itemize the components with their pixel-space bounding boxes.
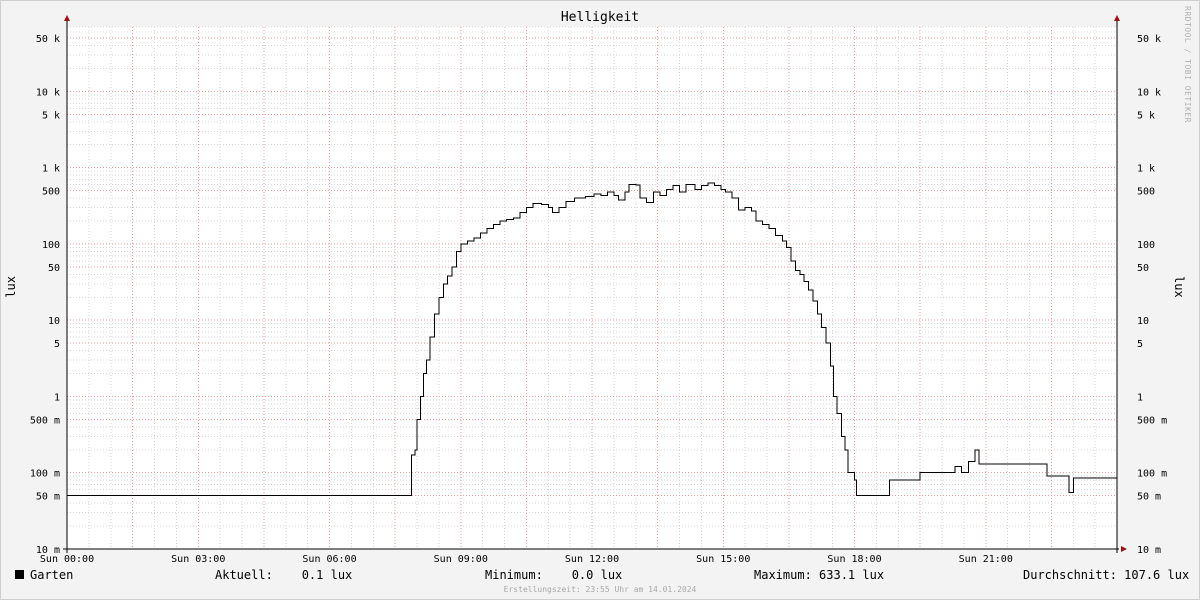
y-tick-label-left: 500 xyxy=(42,187,60,198)
x-tick-label: Sun 09:00 xyxy=(434,554,488,565)
y-tick-label-right: 10 k xyxy=(1137,87,1161,98)
x-tick-label: Sun 06:00 xyxy=(302,554,356,565)
y-tick-label-left: 1 xyxy=(54,392,60,403)
y-tick-label-left: 5 xyxy=(54,339,60,350)
legend-average: Durchschnitt: 107.6 lux xyxy=(1023,568,1190,582)
legend-current: Aktuell: 0.1 lux xyxy=(215,568,353,582)
y-tick-label-left: 100 xyxy=(42,240,60,251)
x-tick-label: Sun 03:00 xyxy=(171,554,225,565)
y-axis-arrow-left xyxy=(64,15,70,21)
y-tick-label-left: 50 m xyxy=(36,492,60,503)
y-tick-label-right: 500 m xyxy=(1137,415,1167,426)
x-tick-label: Sun 21:00 xyxy=(959,554,1013,565)
y-tick-label-right: 1 k xyxy=(1137,164,1155,175)
y-tick-label-left: 1 k xyxy=(42,164,60,175)
y-tick-label-right: 100 xyxy=(1137,240,1155,251)
x-tick-label: Sun 00:00 xyxy=(40,554,94,565)
y-tick-label-left: 50 k xyxy=(36,34,60,45)
y-tick-label-right: 100 m xyxy=(1137,469,1167,480)
generation-timestamp: Erstellungszeit: 23:55 Uhr am 14.01.2024 xyxy=(503,585,697,594)
x-axis-arrow xyxy=(1121,546,1127,552)
y-tick-label-left: 500 m xyxy=(30,415,60,426)
x-tick-label: Sun 18:00 xyxy=(827,554,881,565)
y-tick-label-right: 5 k xyxy=(1137,110,1155,121)
y-tick-label-left: 5 k xyxy=(42,110,60,121)
chart-canvas: 10 m 10 m50 m 50 m100 m 100 m500 m 500 m1 15 5… xyxy=(30,15,1167,565)
y-tick-label-left: 10 k xyxy=(36,87,60,98)
y-tick-label-right: 50 k xyxy=(1137,34,1161,45)
y-axis-arrow-right xyxy=(1114,15,1120,21)
y-tick-label-left: 50 xyxy=(48,263,60,274)
x-tick-label: Sun 12:00 xyxy=(565,554,619,565)
y-tick-label-right: 500 xyxy=(1137,187,1155,198)
legend-swatch-garten xyxy=(15,570,24,579)
y-tick-label-left: 10 xyxy=(48,316,60,327)
legend-maximum: Maximum: 633.1 lux xyxy=(754,568,885,582)
legend-minimum: Minimum: 0.0 lux xyxy=(485,568,623,582)
y-tick-label-right: 50 xyxy=(1137,263,1149,274)
legend-series-name: Garten xyxy=(30,568,74,582)
y-tick-label-right: 10 m xyxy=(1137,545,1161,556)
x-tick-label: Sun 15:00 xyxy=(696,554,750,565)
y-tick-label-right: 10 xyxy=(1137,316,1149,327)
y-tick-label-left: 100 m xyxy=(30,469,60,480)
y-tick-label-right: 50 m xyxy=(1137,492,1161,503)
y-tick-label-right: 5 xyxy=(1137,339,1143,350)
y-tick-label-right: 1 xyxy=(1137,392,1143,403)
